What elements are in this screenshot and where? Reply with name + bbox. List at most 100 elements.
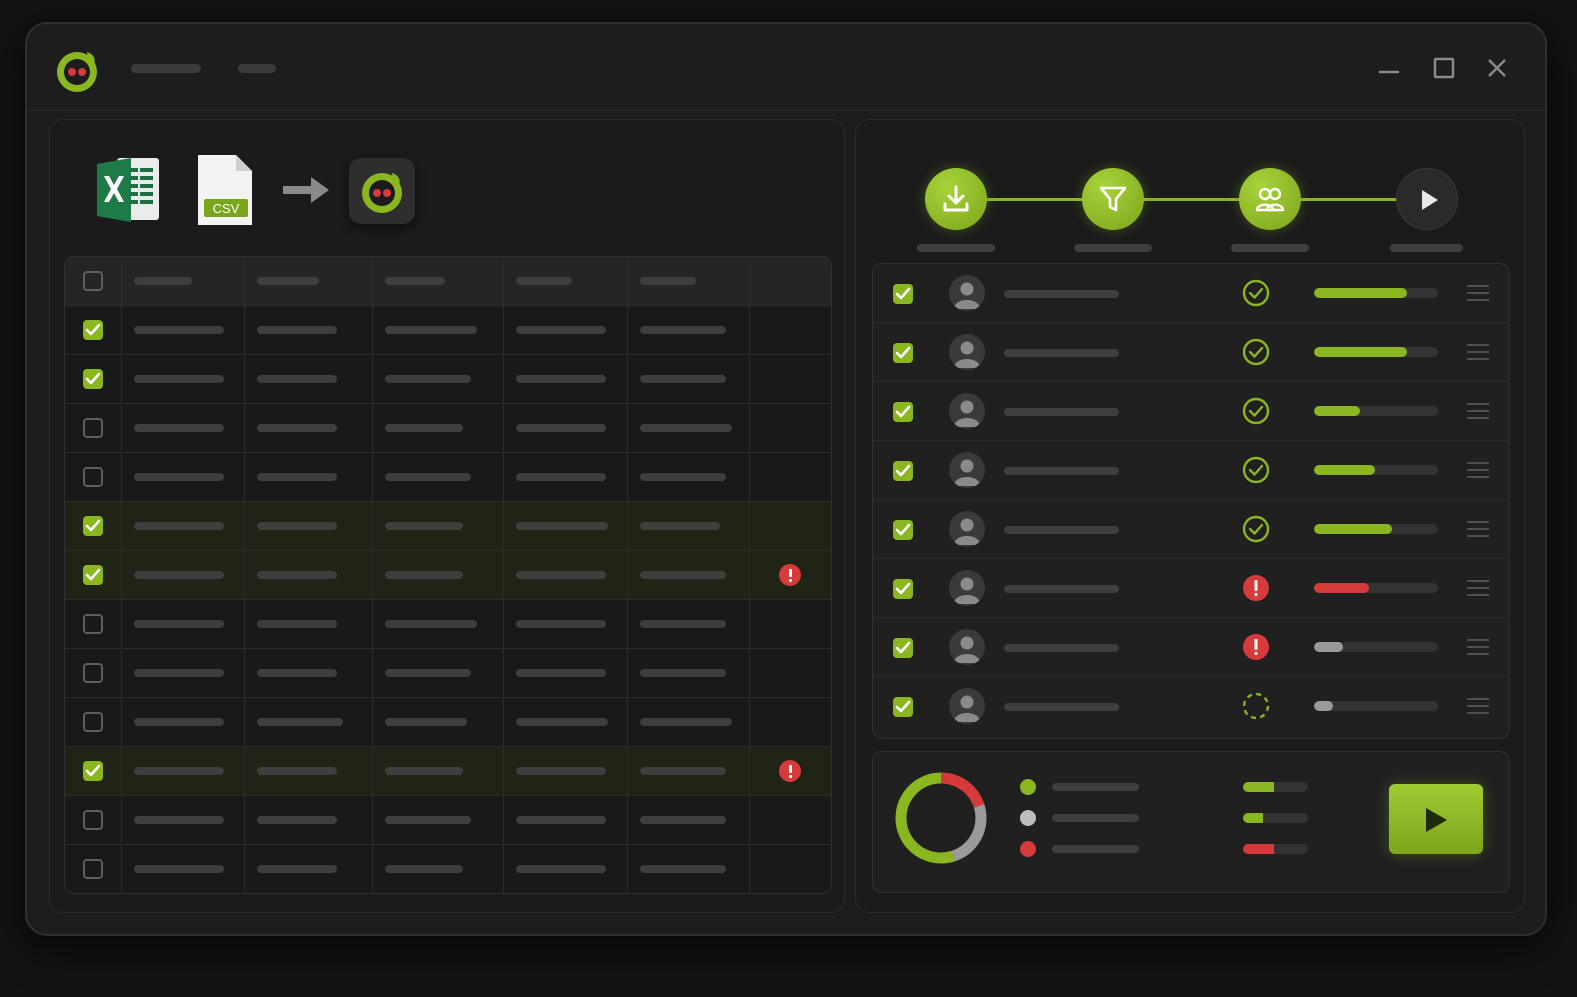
drag-handle-icon[interactable] [1467, 462, 1489, 478]
row-flag-cell [749, 746, 831, 796]
row-flag-cell [749, 354, 831, 404]
list-item[interactable] [873, 559, 1509, 618]
row-checkbox[interactable] [82, 712, 103, 732]
contact-checkbox[interactable] [893, 343, 913, 363]
table-cell [372, 550, 504, 600]
drag-handle-icon[interactable] [1467, 344, 1489, 360]
step-users[interactable] [1239, 168, 1301, 230]
column-header[interactable] [627, 257, 750, 306]
step-import[interactable] [925, 168, 987, 230]
step-filter[interactable] [1082, 168, 1144, 230]
table-cell [627, 403, 750, 453]
table-row[interactable] [65, 501, 831, 551]
table-row[interactable] [65, 746, 831, 796]
excel-file-icon[interactable] [95, 154, 163, 226]
step-run[interactable] [1396, 168, 1458, 230]
table-row[interactable] [65, 452, 831, 502]
contact-checkbox[interactable] [893, 461, 913, 481]
column-header[interactable] [503, 257, 628, 306]
drag-handle-icon[interactable] [1467, 580, 1489, 596]
list-item[interactable] [873, 264, 1509, 323]
table-cell [372, 452, 504, 502]
step-label [1231, 244, 1309, 252]
row-flag-cell [749, 697, 831, 747]
menu-placeholder[interactable] [238, 64, 276, 73]
run-sync-button[interactable] [1389, 784, 1483, 854]
contact-checkbox[interactable] [893, 402, 913, 422]
table-cell [372, 648, 504, 698]
avatar [949, 452, 985, 488]
contact-checkbox[interactable] [893, 284, 913, 304]
drag-handle-icon[interactable] [1467, 698, 1489, 714]
row-checkbox[interactable] [82, 810, 103, 830]
contact-checkbox[interactable] [893, 697, 913, 717]
drag-handle-icon[interactable] [1467, 639, 1489, 655]
table-cell [503, 697, 628, 747]
drag-handle-icon[interactable] [1467, 403, 1489, 419]
table-cell [503, 599, 628, 649]
table-cell [244, 844, 373, 893]
avatar [949, 393, 985, 429]
row-checkbox[interactable] [82, 565, 103, 585]
list-item[interactable] [873, 618, 1509, 677]
table-row[interactable] [65, 305, 831, 355]
minimize-icon[interactable] [1375, 54, 1403, 82]
select-all-checkbox[interactable] [82, 271, 103, 291]
table-row[interactable] [65, 795, 831, 845]
maximize-icon[interactable] [1430, 54, 1458, 82]
filter-icon [1099, 186, 1127, 212]
table-row[interactable] [65, 648, 831, 698]
column-header[interactable] [121, 257, 245, 306]
table-row[interactable] [65, 844, 831, 893]
list-item[interactable] [873, 500, 1509, 559]
list-item[interactable] [873, 382, 1509, 441]
drag-handle-icon[interactable] [1467, 285, 1489, 301]
table-cell [503, 403, 628, 453]
row-checkbox[interactable] [82, 369, 103, 389]
list-item[interactable] [873, 441, 1509, 500]
progress-bar [1314, 347, 1438, 357]
table-cell [372, 844, 504, 893]
contact-checkbox[interactable] [893, 520, 913, 540]
legend-dot-pending [1020, 810, 1036, 826]
data-grid [64, 256, 832, 894]
contact-checkbox[interactable] [893, 638, 913, 658]
row-checkbox[interactable] [82, 418, 103, 438]
column-header[interactable] [372, 257, 504, 306]
drag-handle-icon[interactable] [1467, 521, 1489, 537]
row-checkbox[interactable] [82, 663, 103, 683]
progress-bar [1314, 406, 1438, 416]
table-cell [372, 697, 504, 747]
table-row[interactable] [65, 403, 831, 453]
contact-checkbox[interactable] [893, 579, 913, 599]
csv-file-icon[interactable]: CSV [196, 153, 254, 227]
row-checkbox[interactable] [82, 320, 103, 340]
row-checkbox[interactable] [82, 467, 103, 487]
table-row[interactable] [65, 550, 831, 600]
list-item[interactable] [873, 677, 1509, 735]
table-row[interactable] [65, 599, 831, 649]
table-cell [244, 452, 373, 502]
table-cell [627, 501, 750, 551]
table-cell [121, 501, 245, 551]
row-checkbox[interactable] [82, 614, 103, 634]
row-checkbox[interactable] [82, 859, 103, 879]
table-row[interactable] [65, 354, 831, 404]
close-icon[interactable] [1483, 54, 1511, 82]
success-check-icon [1242, 338, 1270, 366]
row-flag-cell [749, 452, 831, 502]
column-header[interactable] [244, 257, 373, 306]
avatar [949, 275, 985, 311]
table-cell [503, 648, 628, 698]
legend-label [1052, 814, 1139, 822]
status-donut-chart [895, 772, 987, 864]
table-row[interactable] [65, 697, 831, 747]
row-checkbox[interactable] [82, 516, 103, 536]
contact-name-placeholder [1004, 703, 1119, 711]
column-header [749, 257, 831, 306]
row-checkbox[interactable] [82, 761, 103, 781]
title-bar [27, 24, 1545, 111]
success-check-icon [1242, 397, 1270, 425]
list-item[interactable] [873, 323, 1509, 382]
play-icon [1422, 190, 1438, 210]
